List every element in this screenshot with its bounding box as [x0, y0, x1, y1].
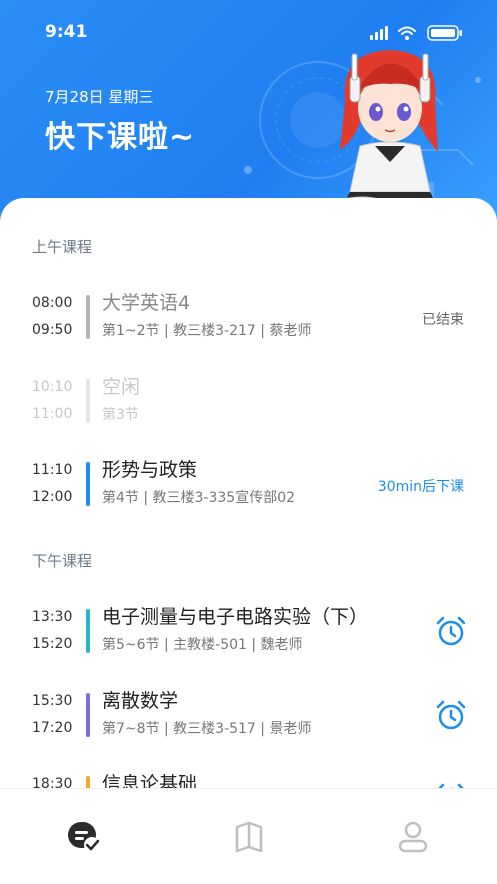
class-row[interactable]: 18:30 信息论基础: [0, 773, 497, 788]
class-row[interactable]: 13:30 15:20 电子测量与电子电路实验（下） 第5~6节 | 主教楼-5…: [0, 606, 497, 669]
class-end-time: 12:00: [32, 489, 73, 505]
alarm-clock-icon[interactable]: [435, 699, 467, 731]
status-time: 9:41: [45, 22, 88, 42]
class-name: 电子测量与电子电路实验（下）: [102, 606, 369, 628]
class-color-bar: [86, 379, 90, 423]
header: 9:41 7月28日 星期三 快下课啦~: [0, 0, 497, 230]
alarm-clock-icon[interactable]: [435, 615, 467, 647]
schedule-icon[interactable]: [66, 819, 102, 855]
status-icons: [370, 25, 462, 41]
class-color-bar: [86, 776, 90, 788]
mascot-illustration: [334, 50, 438, 213]
date-label: 7月28日 星期三: [45, 88, 154, 106]
class-detail: 第4节 | 教三楼3-335宣传部02: [102, 490, 296, 506]
class-color-bar: [86, 462, 90, 506]
book-icon[interactable]: [231, 819, 267, 855]
tab-bar: [0, 788, 497, 884]
class-detail: 第1~2节 | 教三楼3-217 | 蔡老师: [102, 323, 312, 339]
wifi-icon: [398, 26, 416, 35]
class-name: 信息论基础: [102, 773, 198, 788]
class-color-bar: [86, 693, 90, 737]
class-start-time: 08:00: [32, 295, 73, 311]
class-color-bar: [86, 295, 90, 339]
class-end-time: 17:20: [32, 720, 73, 736]
class-start-time: 10:10: [32, 379, 73, 395]
class-name: 大学英语4: [102, 292, 191, 314]
class-end-time: 15:20: [32, 636, 73, 652]
class-detail: 第7~8节 | 教三楼3-517 | 景老师: [102, 721, 312, 737]
class-countdown: 30min后下课: [377, 479, 464, 495]
class-start-time: 11:10: [32, 462, 73, 478]
signal-icon: [370, 26, 388, 40]
schedule-panel: 上午课程 08:00 09:50 大学英语4 第1~2节 | 教三楼3-217 …: [0, 198, 497, 788]
class-start-time: 15:30: [32, 693, 73, 709]
class-end-time: 11:00: [32, 406, 73, 422]
class-row[interactable]: 11:10 12:00 形势与政策 第4节 | 教三楼3-335宣传部02 30…: [0, 459, 497, 522]
class-row[interactable]: 08:00 09:50 大学英语4 第1~2节 | 教三楼3-217 | 蔡老师…: [0, 292, 497, 355]
class-name: 形势与政策: [102, 459, 198, 481]
class-start-time: 18:30: [32, 776, 73, 788]
class-detail: 第3节: [102, 407, 139, 423]
section-afternoon: 下午课程: [32, 552, 93, 570]
class-name: 空闲: [102, 376, 141, 398]
battery-icon: [427, 25, 462, 41]
class-end-time: 09:50: [32, 322, 73, 338]
section-morning: 上午课程: [32, 238, 93, 256]
class-name: 离散数学: [102, 690, 179, 712]
class-row: 10:10 11:00 空闲 第3节: [0, 376, 497, 439]
class-color-bar: [86, 609, 90, 653]
profile-icon[interactable]: [395, 819, 431, 855]
greeting-title: 快下课啦~: [45, 120, 196, 155]
class-row[interactable]: 15:30 17:20 离散数学 第7~8节 | 教三楼3-517 | 景老师: [0, 690, 497, 753]
class-start-time: 13:30: [32, 609, 73, 625]
class-status: 已结束: [422, 312, 464, 328]
class-detail: 第5~6节 | 主教楼-501 | 魏老师: [102, 637, 303, 653]
